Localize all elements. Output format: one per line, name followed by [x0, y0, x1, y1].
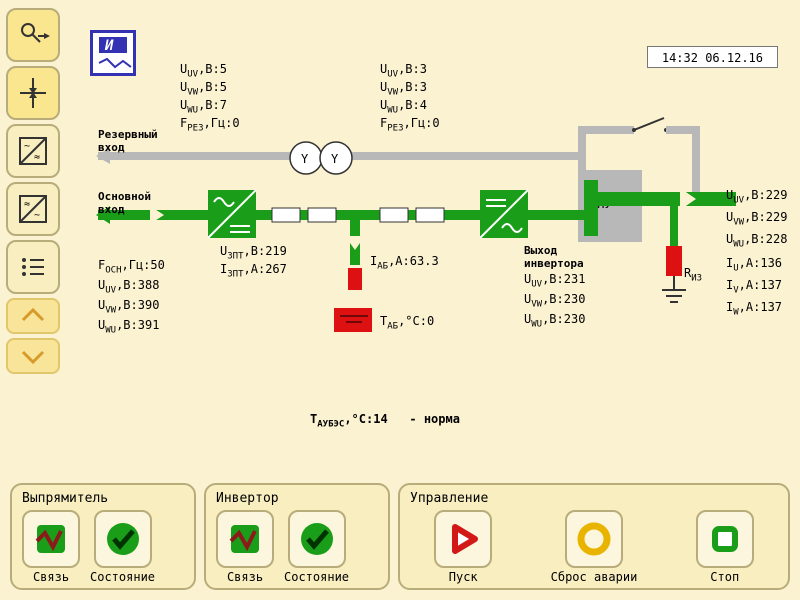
nav-converge-tool[interactable]: [6, 66, 60, 120]
inverter-state-label: Состояние: [284, 570, 349, 584]
stop-button[interactable]: [696, 510, 754, 568]
reset-label: Сброс аварии: [551, 570, 638, 584]
izpt: IЗПТ,A:267: [220, 262, 287, 279]
tab: TАБ,°C:0: [380, 314, 434, 331]
res-uvw: UVW,В:5: [180, 80, 227, 97]
chevron-up-icon: [21, 308, 45, 324]
link-icon: [225, 519, 265, 559]
res-uwu: UWU,В:7: [180, 98, 227, 115]
out-uwu: UWU,В:228: [726, 232, 787, 249]
stop-label: Стоп: [710, 570, 739, 584]
svg-text:~: ~: [34, 210, 40, 221]
inverter-link-button[interactable]: [216, 510, 274, 568]
uzpt: UЗПТ,В:219: [220, 244, 287, 261]
link-icon: [31, 519, 71, 559]
nav-zoom-tool[interactable]: [6, 8, 60, 62]
rectifier-link-label: Связь: [33, 570, 69, 584]
bottom-panel: Выпрямитель Связь Состояние Инвертор: [10, 483, 790, 590]
out-iw: IW,A:137: [726, 300, 782, 317]
res2-uvw: UVW,В:3: [380, 80, 427, 97]
nav-list-view[interactable]: [6, 240, 60, 294]
zoom-icon: [16, 18, 50, 52]
out-iu: IU,A:136: [726, 256, 782, 273]
rectifier-group: Выпрямитель Связь Состояние: [10, 483, 196, 590]
svg-text:≈: ≈: [24, 199, 30, 210]
main-fosn: FОСН,Гц:50: [98, 258, 165, 275]
res-frez: FРЕЗ,Гц:0: [180, 116, 240, 133]
inverter-link-label: Связь: [227, 570, 263, 584]
out-iv: IV,A:137: [726, 278, 782, 295]
converter1-icon: ~≈: [16, 134, 50, 168]
main-uuv: UUV,В:388: [98, 278, 159, 295]
inverter-title: Инвертор: [216, 491, 378, 506]
svg-text:Y: Y: [301, 152, 309, 166]
control-title: Управление: [410, 491, 778, 506]
check-icon: [103, 519, 143, 559]
res2-uuv: UUV,В:3: [380, 62, 427, 79]
iab: IАБ,A:63.3: [370, 254, 439, 271]
inv-uuv: UUV,В:231: [524, 272, 585, 289]
control-group: Управление Пуск Сброс аварии Стоп: [398, 483, 790, 590]
nav-scroll-up[interactable]: [6, 298, 60, 334]
res2-frez: FРЕЗ,Гц:0: [380, 116, 440, 133]
chevron-down-icon: [21, 348, 45, 364]
rectifier-state-button[interactable]: [94, 510, 152, 568]
inverter-state-button[interactable]: [288, 510, 346, 568]
start-button[interactable]: [434, 510, 492, 568]
rectifier-title: Выпрямитель: [22, 491, 184, 506]
stop-icon: [705, 519, 745, 559]
list-icon: [16, 250, 50, 284]
reset-alarm-button[interactable]: [565, 510, 623, 568]
nav-scroll-down[interactable]: [6, 338, 60, 374]
sidebar: ~≈ ≈~: [6, 8, 62, 374]
svg-text:≈: ≈: [34, 152, 40, 163]
inverter-output-label: Выходинвертора: [524, 244, 584, 270]
converge-icon: [16, 76, 50, 110]
inverter-group: Инвертор Связь Состояние: [204, 483, 390, 590]
temp-status: TАУБЭС,°C:14 - норма: [310, 412, 460, 429]
main-uwu: UWU,В:391: [98, 318, 159, 335]
check-icon: [297, 519, 337, 559]
nav-inverter-view[interactable]: ≈~: [6, 182, 60, 236]
riz-label: RИЗ: [684, 266, 702, 283]
out-uuv: UUV,В:229: [726, 188, 787, 205]
schematic-canvas: Y Y ЭПУ: [80, 40, 780, 440]
out-uvw: UVW,В:229: [726, 210, 787, 227]
svg-text:Y: Y: [331, 152, 339, 166]
start-label: Пуск: [449, 570, 478, 584]
rectifier-link-button[interactable]: [22, 510, 80, 568]
reserve-input-label: Резервныйвход: [98, 128, 158, 154]
res-uuv: UUV,В:5: [180, 62, 227, 79]
svg-text:~: ~: [24, 141, 30, 152]
res2-uwu: UWU,В:4: [380, 98, 427, 115]
rectifier-state-label: Состояние: [90, 570, 155, 584]
inv-uwu: UWU,В:230: [524, 312, 585, 329]
inv-uvw: UVW,В:230: [524, 292, 585, 309]
ring-icon: [574, 519, 614, 559]
main-input-label: Основнойвход: [98, 190, 151, 216]
nav-rectifier-view[interactable]: ~≈: [6, 124, 60, 178]
main-uvw: UVW,В:390: [98, 298, 159, 315]
play-icon: [443, 519, 483, 559]
converter2-icon: ≈~: [16, 192, 50, 226]
